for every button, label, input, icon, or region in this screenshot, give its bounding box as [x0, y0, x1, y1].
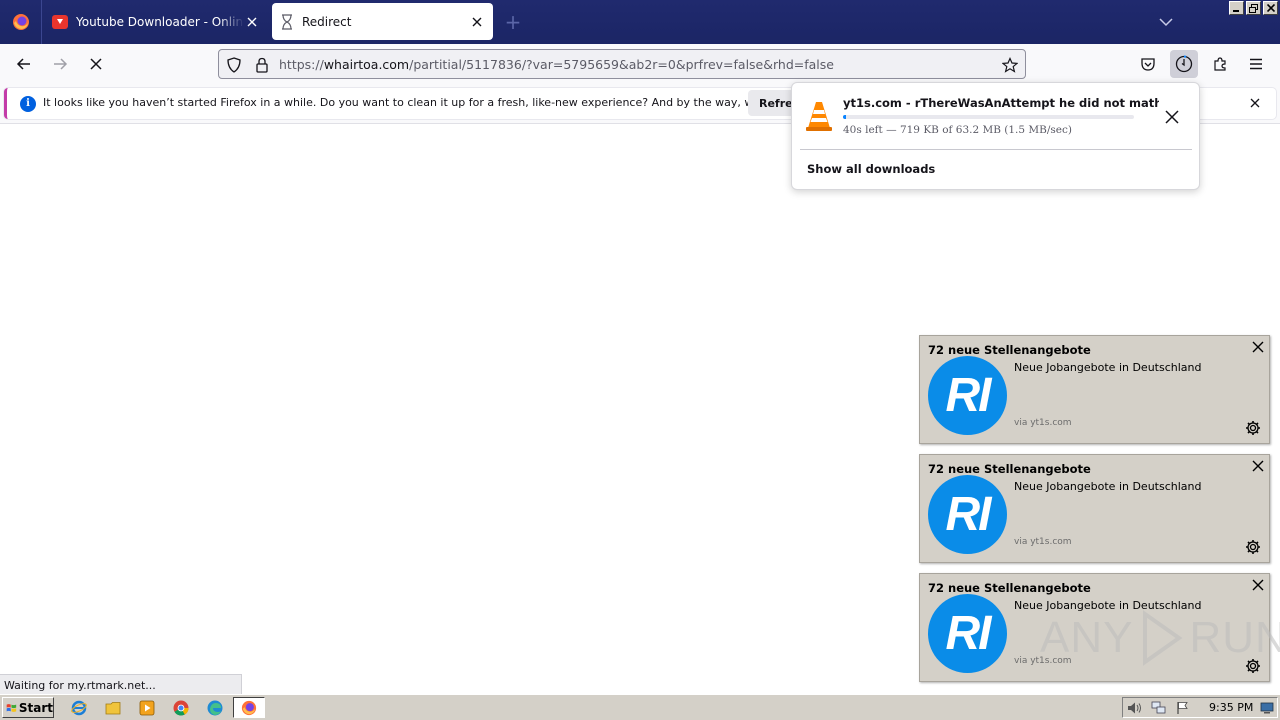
- close-notification-icon[interactable]: [1247, 95, 1263, 111]
- taskbar-clock: 9:35 PM: [1209, 701, 1254, 714]
- minimize-icon[interactable]: [1229, 1, 1244, 15]
- toast-body: Neue Jobangebote in Deutschland: [1014, 361, 1202, 374]
- pocket-icon: [1141, 58, 1155, 71]
- ri-logo: RI: [928, 356, 1007, 435]
- windows-logo-icon: [6, 703, 17, 712]
- gear-icon[interactable]: [1244, 538, 1262, 556]
- puzzle-icon: [1214, 57, 1226, 71]
- start-button[interactable]: Start: [2, 697, 54, 718]
- gear-icon[interactable]: [1244, 419, 1262, 437]
- show-desktop-icon[interactable]: [1259, 700, 1275, 716]
- toast-source: via yt1s.com: [1014, 537, 1072, 547]
- youtube-downloader-icon: [52, 14, 68, 29]
- url-host: whairtoa.com: [323, 57, 410, 72]
- volume-icon[interactable]: [1127, 700, 1143, 716]
- start-label: Start: [18, 700, 53, 715]
- toast-notification[interactable]: 72 neue Stellenangebote RI Neue Jobangeb…: [919, 454, 1270, 563]
- toast-body: Neue Jobangebote in Deutschland: [1014, 599, 1202, 612]
- edge-icon[interactable]: [206, 699, 224, 717]
- new-tab-icon[interactable]: +: [502, 12, 524, 34]
- stop-button[interactable]: [82, 50, 110, 78]
- tab-title: Redirect: [302, 14, 352, 29]
- downloads-progress-icon: [1175, 55, 1193, 73]
- vlc-file-icon: [805, 100, 833, 132]
- url-scheme: https://: [279, 57, 324, 72]
- app-menu-button[interactable]: [1242, 50, 1270, 78]
- tab-strip: Youtube Downloader - Online Youtube Redi…: [0, 0, 1280, 44]
- close-icon[interactable]: [1250, 458, 1266, 474]
- status-panel: Waiting for my.rtmark.net...: [0, 674, 242, 694]
- url-path: /partitial/5117836/?var=5795659&ab2r=0&p…: [409, 57, 834, 72]
- tab-youtube-downloader[interactable]: Youtube Downloader - Online Youtube: [44, 3, 268, 40]
- flag-icon[interactable]: [1175, 700, 1191, 716]
- show-all-downloads-button[interactable]: Show all downloads: [807, 162, 935, 176]
- toast-body: Neue Jobangebote in Deutschland: [1014, 480, 1202, 493]
- firefox-icon: [241, 700, 257, 715]
- url-bar[interactable]: https://whairtoa.com/partitial/5117836/?…: [218, 49, 1026, 79]
- toast-notification[interactable]: 72 neue Stellenangebote RI Neue Jobangeb…: [919, 335, 1270, 444]
- close-icon[interactable]: [1250, 339, 1266, 355]
- toast-title: 72 neue Stellenangebote: [928, 581, 1091, 595]
- back-button[interactable]: [10, 50, 38, 78]
- forward-button[interactable]: [46, 50, 74, 78]
- downloads-panel: yt1s.com - rThereWasAnAttempt he did not…: [791, 82, 1200, 190]
- tracking-protection-shield-icon[interactable]: [225, 56, 243, 74]
- ri-logo: RI: [928, 594, 1007, 673]
- window-controls: [1229, 1, 1278, 15]
- notification-message: It looks like you haven’t started Firefo…: [43, 96, 828, 109]
- forward-arrow-icon: [54, 58, 68, 70]
- taskbar: Start 9:35 PM: [0, 694, 1280, 720]
- network-icon[interactable]: [1151, 700, 1167, 716]
- ri-logo: RI: [928, 475, 1007, 554]
- extensions-button[interactable]: [1206, 50, 1234, 78]
- close-tab-icon[interactable]: [469, 14, 485, 30]
- restore-icon[interactable]: [1246, 1, 1261, 15]
- system-tray: 9:35 PM: [1122, 697, 1278, 718]
- close-tab-icon[interactable]: [244, 14, 260, 30]
- download-file-name[interactable]: yt1s.com - rThereWasAnAttempt he did not…: [843, 96, 1159, 110]
- tab-title: Youtube Downloader - Online Youtube: [76, 14, 244, 29]
- cancel-download-icon[interactable]: [1162, 107, 1182, 127]
- toast-notification[interactable]: 72 neue Stellenangebote RI Neue Jobangeb…: [919, 573, 1270, 682]
- bookmark-star-icon[interactable]: [1001, 56, 1019, 74]
- tab-redirect[interactable]: Redirect: [272, 3, 493, 40]
- download-progress-bar: [843, 115, 1134, 119]
- toast-title: 72 neue Stellenangebote: [928, 343, 1091, 357]
- internet-explorer-icon[interactable]: [70, 699, 88, 717]
- hourglass-icon: [282, 13, 292, 30]
- toast-title: 72 neue Stellenangebote: [928, 462, 1091, 476]
- stop-icon: [90, 58, 102, 70]
- close-icon[interactable]: [1250, 577, 1266, 593]
- lock-icon[interactable]: [253, 56, 271, 74]
- chrome-icon[interactable]: [172, 699, 190, 717]
- divider: [800, 149, 1192, 150]
- back-arrow-icon: [16, 58, 30, 70]
- download-status: 40s left — 719 KB of 63.2 MB (1.5 MB/sec…: [843, 124, 1073, 136]
- hamburger-menu-icon: [1250, 58, 1262, 70]
- taskbar-firefox-button[interactable]: [233, 697, 265, 718]
- toast-source: via yt1s.com: [1014, 418, 1072, 428]
- pocket-button[interactable]: [1134, 50, 1162, 78]
- downloads-button[interactable]: [1170, 50, 1198, 78]
- folder-icon[interactable]: [104, 699, 122, 717]
- close-window-icon[interactable]: [1263, 1, 1278, 15]
- url-text[interactable]: https://whairtoa.com/partitial/5117836/?…: [279, 57, 834, 72]
- firefox-icon: [12, 14, 29, 30]
- toast-source: via yt1s.com: [1014, 656, 1072, 666]
- firefox-menu-button[interactable]: [0, 0, 42, 44]
- gear-icon[interactable]: [1244, 657, 1262, 675]
- media-player-icon[interactable]: [138, 699, 156, 717]
- download-progress-fill: [843, 115, 847, 119]
- list-all-tabs-icon[interactable]: [1156, 14, 1176, 30]
- navigation-toolbar: https://whairtoa.com/partitial/5117836/?…: [0, 44, 1280, 84]
- info-icon: i: [20, 96, 36, 112]
